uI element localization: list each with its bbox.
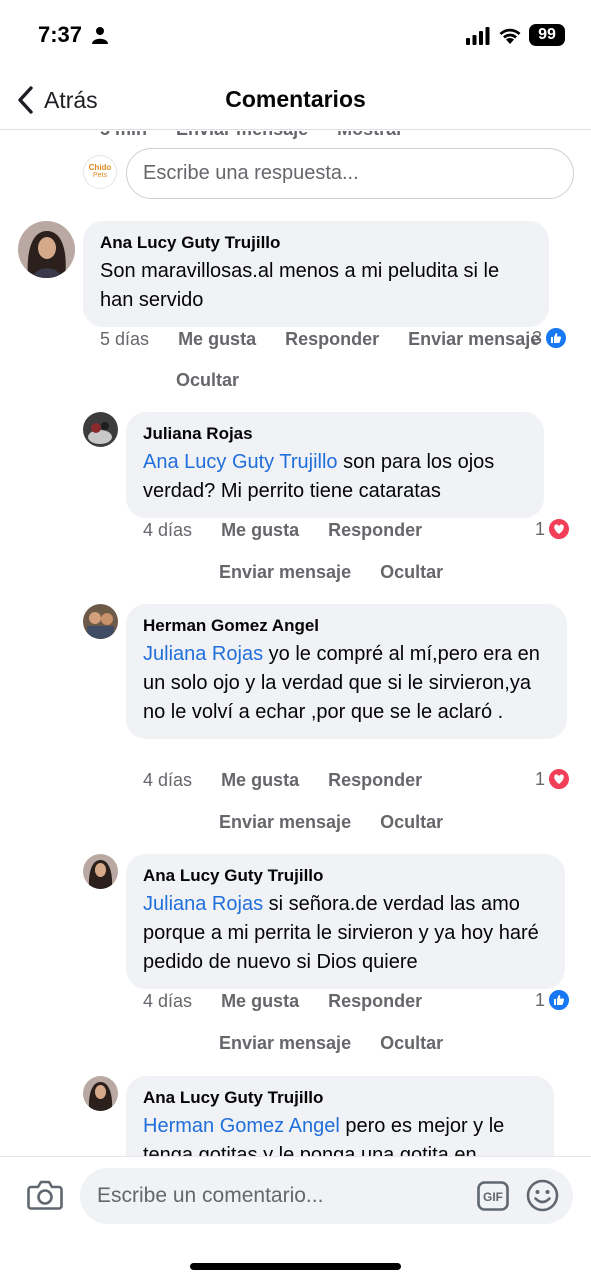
- avatar[interactable]: [83, 854, 118, 889]
- comment-author[interactable]: Juliana Rojas: [143, 423, 526, 445]
- like-button[interactable]: Me gusta: [221, 770, 299, 790]
- gif-label: GIF: [483, 1190, 503, 1204]
- avatar[interactable]: [83, 412, 118, 447]
- reaction-count: 1: [535, 768, 546, 789]
- reaction-summary[interactable]: 1: [535, 518, 571, 540]
- comment-time: 5 días: [100, 329, 150, 349]
- comment-bubble: Ana Lucy Guty Trujillo Juliana Rojas si …: [126, 854, 565, 989]
- reaction-summary[interactable]: 1: [535, 989, 571, 1011]
- comment-actions: 4 días Me gusta Responder: [143, 520, 422, 541]
- like-button[interactable]: Me gusta: [221, 520, 299, 540]
- reply-button[interactable]: Responder: [328, 770, 422, 790]
- header: Atrás Comentarios: [0, 72, 591, 130]
- comment-time: 4 días: [143, 991, 193, 1011]
- heart-icon: [548, 518, 571, 540]
- avatar[interactable]: [18, 221, 75, 278]
- like-button[interactable]: Me gusta: [178, 329, 256, 349]
- comment-bubble: Juliana Rojas Ana Lucy Guty Trujillo son…: [126, 412, 544, 518]
- comment-bubble: Ana Lucy Guty Trujillo Son maravillosas.…: [83, 221, 549, 327]
- partial-show[interactable]: Mostrar: [337, 131, 403, 139]
- status-time: 7:37: [38, 22, 83, 47]
- reaction-count: 1: [535, 518, 546, 539]
- partial-action-row: 5 min Enviar mensaje Mostrar: [100, 131, 427, 140]
- home-indicator: [190, 1263, 401, 1270]
- comments-list[interactable]: 5 min Enviar mensaje Mostrar Chido Pets …: [0, 131, 591, 1156]
- comment-actions: 4 días Me gusta Responder: [143, 770, 422, 791]
- comment-author[interactable]: Herman Gomez Angel: [143, 615, 549, 637]
- reply-button[interactable]: Responder: [328, 991, 422, 1011]
- comment-text: Ana Lucy Guty Trujillo son para los ojos…: [143, 448, 526, 506]
- avatar-photo: [83, 854, 118, 889]
- mention-link[interactable]: Juliana Rojas: [143, 893, 263, 915]
- comment-actions-secondary: Enviar mensaje Ocultar: [219, 1033, 443, 1054]
- person-icon: [92, 27, 108, 44]
- comment-text: Juliana Rojas si señora.de verdad las am…: [143, 890, 547, 977]
- emoji-icon[interactable]: [526, 1179, 559, 1212]
- avatar-photo: [83, 604, 118, 639]
- camera-icon[interactable]: [27, 1179, 63, 1211]
- page-avatar: Chido Pets: [83, 155, 117, 189]
- comment-author[interactable]: Ana Lucy Guty Trujillo: [143, 1087, 536, 1109]
- reaction-summary[interactable]: 3: [532, 327, 568, 349]
- avatar[interactable]: [83, 604, 118, 639]
- avatar[interactable]: [83, 1076, 118, 1111]
- battery-indicator: 99: [529, 24, 565, 46]
- comment-actions-secondary: Enviar mensaje Ocultar: [219, 812, 443, 833]
- reaction-summary[interactable]: 1: [535, 768, 571, 790]
- thumbs-up-icon: [548, 989, 571, 1011]
- partial-send-message[interactable]: Enviar mensaje: [176, 131, 308, 139]
- comment-actions: 5 días Me gusta Responder Enviar mensaje: [100, 329, 540, 350]
- send-message-button[interactable]: Enviar mensaje: [408, 329, 540, 349]
- comment-time: 4 días: [143, 770, 193, 790]
- reply-button[interactable]: Responder: [285, 329, 379, 349]
- reaction-count: 1: [535, 989, 546, 1010]
- hide-button[interactable]: Ocultar: [380, 812, 443, 832]
- comment-author[interactable]: Ana Lucy Guty Trujillo: [100, 232, 531, 254]
- comment-text: Son maravillosas.al menos a mi peludita …: [100, 260, 500, 311]
- partial-time: 5 min: [100, 131, 147, 139]
- comment-bubble: Ana Lucy Guty Trujillo Herman Gomez Ange…: [126, 1076, 554, 1156]
- avatar-photo: [83, 1076, 118, 1111]
- reaction-count: 3: [532, 327, 543, 348]
- send-message-button[interactable]: Enviar mensaje: [219, 1033, 351, 1053]
- hide-button[interactable]: Ocultar: [380, 562, 443, 582]
- cellular-signal-icon: [466, 27, 490, 45]
- avatar-photo: [18, 221, 75, 278]
- send-message-button[interactable]: Enviar mensaje: [219, 812, 351, 832]
- reply-input[interactable]: Escribe una respuesta...: [126, 148, 574, 199]
- comment-actions: 4 días Me gusta Responder: [143, 991, 422, 1012]
- mention-link[interactable]: Ana Lucy Guty Trujillo: [143, 451, 338, 473]
- page-title: Comentarios: [225, 86, 366, 112]
- comment-author[interactable]: Ana Lucy Guty Trujillo: [143, 865, 547, 887]
- heart-icon: [548, 768, 571, 790]
- gif-icon[interactable]: GIF: [477, 1181, 509, 1211]
- avatar-photo: [83, 412, 118, 447]
- status-bar: 7:37 99: [0, 0, 591, 72]
- like-button[interactable]: Me gusta: [221, 991, 299, 1011]
- comment-text: Herman Gomez Angel pero es mejor y le te…: [143, 1112, 536, 1156]
- thumbs-up-icon: [545, 327, 568, 349]
- avatar-logo-bottom: Pets: [92, 172, 107, 179]
- comment-composer: Escribe un comentario... GIF: [0, 1156, 591, 1280]
- reply-button[interactable]: Responder: [328, 520, 422, 540]
- hide-button[interactable]: Ocultar: [380, 1033, 443, 1053]
- mention-link[interactable]: Juliana Rojas: [143, 643, 263, 665]
- comment-actions-secondary: Enviar mensaje Ocultar: [219, 562, 443, 583]
- mention-link[interactable]: Herman Gomez Angel: [143, 1115, 340, 1137]
- hide-button[interactable]: Ocultar: [176, 370, 239, 390]
- comment-time: 4 días: [143, 520, 193, 540]
- comment-actions-secondary: Ocultar: [176, 370, 239, 391]
- comment-bubble: Herman Gomez Angel Juliana Rojas yo le c…: [126, 604, 567, 739]
- avatar-logo-top: Chido: [88, 163, 112, 172]
- wifi-icon: [499, 28, 521, 44]
- send-message-button[interactable]: Enviar mensaje: [219, 562, 351, 582]
- comment-text: Juliana Rojas yo le compré al mí,pero er…: [143, 640, 549, 727]
